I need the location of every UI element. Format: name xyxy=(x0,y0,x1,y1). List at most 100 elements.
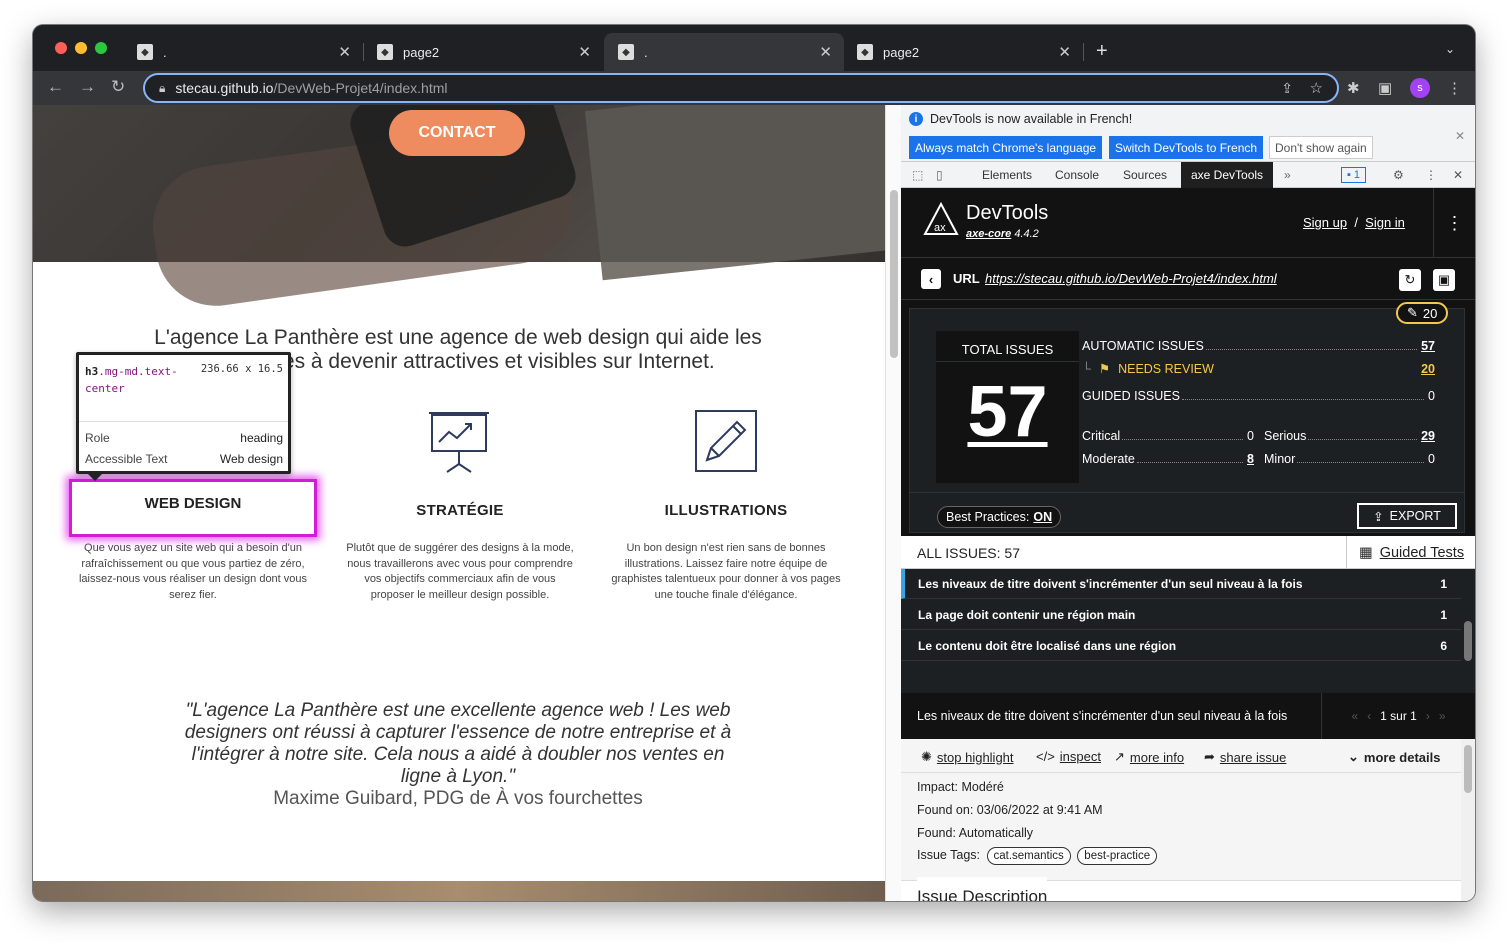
more-tabs-chevron-icon[interactable]: » xyxy=(1284,162,1291,188)
favicon-icon: ◆ xyxy=(857,44,873,60)
side-panel-icon[interactable]: ▣ xyxy=(1378,79,1392,97)
settings-gear-icon[interactable]: ⚙ xyxy=(1393,162,1404,188)
tab-axe-devtools[interactable]: axe DevTools xyxy=(1181,162,1274,188)
total-issues-box: TOTAL ISSUES 57 xyxy=(936,331,1079,483)
tab-elements[interactable]: Elements xyxy=(982,162,1032,188)
needs-review-pill[interactable]: ✎ 20 xyxy=(1396,302,1449,324)
save-icon[interactable]: ▣ xyxy=(1433,269,1455,291)
more-info-button[interactable]: ↗ more info xyxy=(1114,749,1184,765)
hero-image: CONTACT xyxy=(33,105,885,314)
close-tab-icon[interactable]: ✕ xyxy=(338,43,351,61)
address-bar[interactable]: 🔒︎ stecau.github.io/DevWeb-Projet4/index… xyxy=(143,73,1339,103)
sign-in-link[interactable]: Sign in xyxy=(1365,215,1405,230)
issues-summary: TOTAL ISSUES 57 AUTOMATIC ISSUES 57 └ ⚑ NEE… xyxy=(901,300,1475,536)
service-text: Que vous ayez un site web qui a besoin d… xyxy=(78,542,308,601)
issues-list: Les niveaux de titre doivent s'incrément… xyxy=(901,569,1475,693)
close-window-button[interactable] xyxy=(55,42,67,54)
back-icon[interactable]: ‹ xyxy=(921,269,941,289)
needs-review-count[interactable]: 20 xyxy=(1421,362,1435,376)
url-label: URL xyxy=(953,271,980,286)
issue-row[interactable]: Les niveaux de titre doivent s'incrément… xyxy=(901,569,1461,599)
presentation-chart-icon xyxy=(429,412,489,473)
issue-row[interactable]: La page doit contenir une région main 1 xyxy=(901,600,1461,630)
issue-row[interactable]: Le contenu doit être localisé dans une r… xyxy=(901,631,1461,661)
browser-toolbar: ← → ↻ 🔒︎ stecau.github.io/DevWeb-Projet4… xyxy=(33,71,1475,105)
stop-highlight-button[interactable]: ✺ stop highlight xyxy=(921,749,1014,765)
issues-scrollbar[interactable] xyxy=(1462,569,1475,693)
service-text: Un bon design n'est rien sans de bonnes … xyxy=(611,542,841,601)
always-match-language-button[interactable]: Always match Chrome's language xyxy=(909,136,1103,159)
bookmark-star-icon[interactable]: ☆ xyxy=(1310,79,1323,97)
next-page-icon[interactable]: › xyxy=(1426,709,1430,723)
back-arrow-icon[interactable]: ← xyxy=(47,77,64,97)
more-details-toggle[interactable]: ⌄ more details xyxy=(1348,749,1441,765)
chevron-down-icon: ⌄ xyxy=(1348,749,1359,764)
favicon-icon: ◆ xyxy=(377,44,393,60)
browser-tab-active[interactable]: ◆ . ✕ xyxy=(604,33,844,71)
contact-button[interactable]: CONTACT xyxy=(389,110,525,156)
share-issue-button[interactable]: ➦ share issue xyxy=(1204,749,1286,765)
scanned-url-link[interactable]: https://stecau.github.io/DevWeb-Projet4/… xyxy=(985,271,1277,286)
avatar[interactable]: s xyxy=(1410,78,1430,98)
language-banner: i DevTools is now available in French! Al… xyxy=(901,105,1475,162)
browser-tab[interactable]: ◆ page2 ✕ xyxy=(363,33,603,71)
forward-arrow-icon[interactable]: → xyxy=(79,77,96,97)
new-tab-icon[interactable]: + xyxy=(1096,40,1108,63)
automatic-issues-count[interactable]: 57 xyxy=(1421,339,1435,353)
found-row: Found: Automatically xyxy=(917,826,1034,840)
tab-sources[interactable]: Sources xyxy=(1123,162,1167,188)
prev-page-icon[interactable]: ‹ xyxy=(1367,709,1371,723)
best-practices-toggle[interactable]: Best Practices: ON xyxy=(937,506,1062,528)
total-issues-label: TOTAL ISSUES xyxy=(961,342,1054,357)
window-controls xyxy=(55,42,107,54)
issues-counter-badge[interactable]: ▪ 1 xyxy=(1341,167,1367,183)
tab-console[interactable]: Console xyxy=(1055,162,1099,188)
page-scrollbar[interactable] xyxy=(885,105,901,901)
last-page-icon[interactable]: » xyxy=(1439,709,1446,723)
testimonial-author: Maxime Guibard, PDG de À vos fourchettes xyxy=(273,788,643,809)
chrome-menu-icon[interactable]: ⋮ xyxy=(1447,79,1462,97)
url-path: /DevWeb-Projet4/index.html xyxy=(273,80,448,96)
guided-tests-link[interactable]: ▦ Guided Tests xyxy=(1346,536,1464,569)
share-icon[interactable]: ⇪ xyxy=(1281,80,1293,97)
axe-title: DevTools xyxy=(966,202,1049,224)
favicon-icon: ◆ xyxy=(137,44,153,60)
axe-menu-icon[interactable]: ⋮ xyxy=(1433,188,1475,258)
moderate-row: Moderate 8 xyxy=(1082,452,1254,466)
total-issues-count[interactable]: 57 xyxy=(936,371,1079,453)
devtools-tab-bar: ⬚ ▯ Elements Console Sources axe DevTool… xyxy=(901,162,1475,188)
rescan-icon[interactable]: ↻ xyxy=(1399,269,1421,291)
tab-search-chevron-icon[interactable]: ⌄ xyxy=(1445,42,1455,56)
export-button[interactable]: ⇪ EXPORT xyxy=(1357,503,1457,529)
first-page-icon[interactable]: « xyxy=(1351,709,1358,723)
device-toolbar-icon[interactable]: ▯ xyxy=(936,162,943,188)
close-icon[interactable]: ✕ xyxy=(1455,129,1465,143)
browser-window: ◆ . ✕ ◆ page2 ✕ ◆ . ✕ ◆ page2 ✕ + ⌄ ← → … xyxy=(33,25,1475,901)
browser-tab[interactable]: ◆ page2 ✕ xyxy=(843,33,1084,71)
axe-url-bar: ‹ URL https://stecau.github.io/DevWeb-Pr… xyxy=(901,258,1475,300)
issue-pagination: « ‹ 1 sur 1 › » xyxy=(1321,693,1475,739)
browser-tab[interactable]: ◆ . ✕ xyxy=(123,33,364,71)
switch-to-french-button[interactable]: Switch DevTools to French xyxy=(1109,136,1264,159)
close-devtools-icon[interactable]: ✕ xyxy=(1453,162,1463,188)
minimize-window-button[interactable] xyxy=(75,42,87,54)
tooltip-name-row: Accessible Text Web design xyxy=(85,452,283,466)
close-tab-icon[interactable]: ✕ xyxy=(819,43,832,61)
devtools-menu-icon[interactable]: ⋮ xyxy=(1425,162,1437,188)
reload-icon[interactable]: ↻ xyxy=(111,77,125,97)
issue-detail-title: Les niveaux de titre doivent s'incrément… xyxy=(917,709,1288,723)
dont-show-again-button[interactable]: Don't show again xyxy=(1269,136,1373,159)
extensions-puzzle-icon[interactable]: ✱ xyxy=(1347,79,1360,97)
share-arrow-icon: ➦ xyxy=(1204,749,1215,764)
close-tab-icon[interactable]: ✕ xyxy=(1058,43,1071,61)
inspect-button[interactable]: </> inspect xyxy=(1036,749,1101,764)
issue-description-section: Issue Description xyxy=(901,877,1461,901)
close-tab-icon[interactable]: ✕ xyxy=(578,43,591,61)
tab-title: page2 xyxy=(403,44,440,60)
maximize-window-button[interactable] xyxy=(95,42,107,54)
tab-bar: ◆ . ✕ ◆ page2 ✕ ◆ . ✕ ◆ page2 ✕ + ⌄ xyxy=(33,25,1475,71)
inspect-element-icon[interactable]: ⬚ xyxy=(912,162,923,188)
detail-scrollbar[interactable] xyxy=(1461,739,1475,901)
footer-image xyxy=(33,881,885,901)
sign-up-link[interactable]: Sign up xyxy=(1303,215,1347,230)
